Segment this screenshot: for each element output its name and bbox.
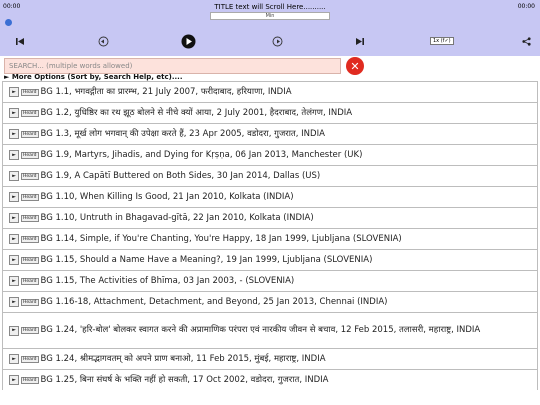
list-item: ► Heard BG 1.3, मूर्ख लोग भगवान् की उपेक्ष… xyxy=(2,123,538,144)
heard-button[interactable]: Heard xyxy=(21,235,39,243)
heard-button[interactable]: Heard xyxy=(21,214,39,222)
heard-button[interactable]: Heard xyxy=(21,355,39,363)
playback-speed-select[interactable]: 1x (f✓) xyxy=(430,37,454,45)
audio-player: 00:00 TITLE text will Scroll Here.......… xyxy=(0,0,540,56)
heard-button[interactable]: Heard xyxy=(21,327,39,334)
play-icon[interactable]: ► xyxy=(9,87,19,97)
lecture-title-link[interactable]: BG 1.14, Simple, if You're Chanting, You… xyxy=(41,234,537,245)
list-item: ► Heard BG 1.2, युधिष्ठिर का रथ झूठ बोलने … xyxy=(2,102,538,123)
list-item: ► Heard BG 1.25, बिना संघर्ष के भक्ति नहीं… xyxy=(2,369,538,390)
lecture-title-link[interactable]: BG 1.10, Untruth in Bhagavad-gītā, 22 Ja… xyxy=(41,213,537,224)
play-icon[interactable]: ► xyxy=(9,234,19,244)
rewind-icon[interactable] xyxy=(96,33,110,49)
lecture-title-link[interactable]: BG 1.10, When Killing Is Good, 21 Jan 20… xyxy=(41,192,537,203)
track-title: TITLE text will Scroll Here.......... xyxy=(214,3,326,11)
list-item: ► Heard BG 1.24, 'हरि-बोल' बोलकर स्वागत कर… xyxy=(2,312,538,348)
clear-search-button[interactable]: ✕ xyxy=(346,57,364,75)
play-icon[interactable]: ► xyxy=(9,108,19,118)
list-item: ► Heard BG 1.1, भगवद्गीता का प्रारम्भ, 21 … xyxy=(2,81,538,102)
total-time: 00:00 xyxy=(517,3,535,10)
lecture-title-link[interactable]: BG 1.9, Martyrs, Jihadis, and Dying for … xyxy=(41,150,537,161)
lecture-title-link[interactable]: BG 1.3, मूर्ख लोग भगवान् की उपेक्षा करते… xyxy=(41,129,537,140)
play-icon[interactable]: ► xyxy=(9,213,19,223)
list-item: ► Heard BG 1.24, श्रीमद्भागवतम् को अपने प्… xyxy=(2,348,538,369)
heard-button[interactable]: Heard xyxy=(21,109,39,117)
fast-forward-icon[interactable] xyxy=(270,33,284,49)
heard-button[interactable]: Heard xyxy=(21,256,39,264)
seek-handle[interactable] xyxy=(5,19,12,26)
lecture-title-link[interactable]: BG 1.25, बिना संघर्ष के भक्ति नहीं हो सक… xyxy=(41,375,537,386)
list-item: ► Heard BG 1.10, When Killing Is Good, 21 … xyxy=(2,186,538,207)
previous-track-icon[interactable] xyxy=(14,33,26,49)
list-item: ► Heard BG 1.14, Simple, if You're Chantin… xyxy=(2,228,538,249)
list-item: ► Heard BG 1.16-18, Attachment, Detachment… xyxy=(2,291,538,312)
next-track-icon[interactable] xyxy=(354,33,366,49)
lecture-title-link[interactable]: BG 1.24, श्रीमद्भागवतम् को अपने प्राण बन… xyxy=(41,354,537,365)
lecture-title-link[interactable]: BG 1.15, Should a Name Have a Meaning?, … xyxy=(41,255,537,266)
lecture-title-link[interactable]: BG 1.1, भगवद्गीता का प्रारम्भ, 21 July 2… xyxy=(41,87,537,98)
player-controls xyxy=(0,33,540,49)
play-pause-icon[interactable] xyxy=(180,33,196,49)
list-item: ► Heard BG 1.9, Martyrs, Jihadis, and Dyin… xyxy=(2,144,538,165)
play-icon[interactable]: ► xyxy=(9,150,19,160)
list-item: ► Heard BG 1.10, Untruth in Bhagavad-gītā,… xyxy=(2,207,538,228)
heard-button[interactable]: Heard xyxy=(21,298,39,306)
heard-button[interactable]: Heard xyxy=(21,193,39,201)
heard-button[interactable]: Heard xyxy=(21,88,39,96)
play-icon[interactable]: ► xyxy=(9,297,19,307)
lecture-title-link[interactable]: BG 1.15, The Activities of Bhīma, 03 Jan… xyxy=(41,276,537,287)
play-icon[interactable]: ► xyxy=(9,276,19,286)
heard-button[interactable]: Heard xyxy=(21,376,39,384)
more-options-toggle[interactable]: ► More Options (Sort by, Search Help, et… xyxy=(4,73,182,81)
heard-button[interactable]: Heard xyxy=(21,151,39,159)
lecture-title-link[interactable]: BG 1.9, A Capātī Buttered on Both Sides,… xyxy=(41,171,537,182)
list-item: ► Heard BG 1.15, The Activities of Bhīma, … xyxy=(2,270,538,291)
play-icon[interactable]: ► xyxy=(9,255,19,265)
lecture-title-link[interactable]: BG 1.24, 'हरि-बोल' बोलकर स्वागत करने की … xyxy=(41,325,537,336)
lecture-title-link[interactable]: BG 1.16-18, Attachment, Detachment, and … xyxy=(41,297,537,308)
lecture-list: ► Heard BG 1.1, भगवद्गीता का प्रारम्भ, 21 … xyxy=(2,81,538,390)
play-icon[interactable]: ► xyxy=(9,325,19,336)
list-item: ► Heard BG 1.9, A Capātī Buttered on Both … xyxy=(2,165,538,186)
lecture-title-link[interactable]: BG 1.2, युधिष्ठिर का रथ झूठ बोलने से नीच… xyxy=(41,108,537,119)
heard-button[interactable]: Heard xyxy=(21,130,39,138)
share-icon[interactable] xyxy=(520,33,532,49)
search-input[interactable]: SEARCH... (multiple words allowed) xyxy=(4,58,341,74)
play-icon[interactable]: ► xyxy=(9,171,19,181)
heard-button[interactable]: Heard xyxy=(21,277,39,285)
play-icon[interactable]: ► xyxy=(9,129,19,139)
seek-bar[interactable]: Min xyxy=(210,12,330,20)
list-item: ► Heard BG 1.15, Should a Name Have a Mean… xyxy=(2,249,538,270)
play-icon[interactable]: ► xyxy=(9,192,19,202)
play-icon[interactable]: ► xyxy=(9,375,19,385)
close-icon: ✕ xyxy=(350,59,360,73)
heard-button[interactable]: Heard xyxy=(21,172,39,180)
play-icon[interactable]: ► xyxy=(9,354,19,364)
